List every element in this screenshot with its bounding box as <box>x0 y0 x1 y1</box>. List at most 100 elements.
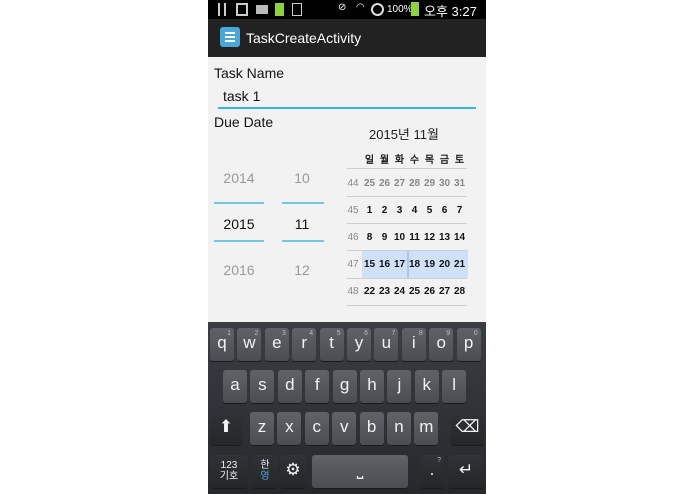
calendar-day[interactable]: 27 <box>437 286 452 297</box>
calendar-day[interactable]: 30 <box>437 178 452 189</box>
year-current[interactable]: 2015 <box>218 216 260 232</box>
key-d[interactable]: d <box>277 370 302 403</box>
calendar-day[interactable]: 3 <box>392 205 407 216</box>
year-next[interactable]: 2016 <box>218 262 260 278</box>
calendar-day[interactable]: 2 <box>377 205 392 216</box>
calendar-row-divider <box>347 223 467 224</box>
calendar-row-divider <box>347 250 467 251</box>
backspace-key[interactable]: ⌫ <box>451 412 484 445</box>
key-b[interactable]: b <box>359 412 384 445</box>
enter-key[interactable]: ↵ <box>448 455 484 488</box>
status-bar: ⊘ ◠ 100% 오후 3:27 <box>208 0 486 19</box>
image-icon <box>236 3 248 16</box>
calendar-day[interactable]: 8 <box>362 232 377 243</box>
calendar-day[interactable]: 4 <box>407 205 422 216</box>
key-r[interactable]: r4 <box>292 328 317 361</box>
block-icon <box>371 3 384 16</box>
key-y[interactable]: y6 <box>347 328 371 361</box>
language-key-label: 한 <box>260 460 270 471</box>
week-number: 48 <box>347 286 359 297</box>
calendar-day[interactable]: 14 <box>452 232 467 243</box>
calendar-day[interactable]: 24 <box>392 286 407 297</box>
key-p[interactable]: p0 <box>456 328 481 361</box>
calendar-day[interactable]: 22 <box>362 286 377 297</box>
weekday-header: 일 <box>364 155 375 166</box>
key-o[interactable]: o9 <box>429 328 454 361</box>
calendar-day[interactable]: 15 <box>362 259 377 270</box>
calendar-day[interactable]: 16 <box>377 259 392 270</box>
battery-percent: 100% <box>387 4 413 15</box>
calendar-day[interactable]: 25 <box>407 286 422 297</box>
month-next[interactable]: 12 <box>286 262 318 278</box>
key-l[interactable]: l <box>442 370 467 403</box>
calendar-day[interactable]: 23 <box>377 286 392 297</box>
weekday-header: 화 <box>394 155 405 166</box>
soft-keyboard: q 1 w 2 e 3 r 4 t 5 y 6 u 7 i 8 o 9 p 0 a s d f g h j k l ⬆ z x c v b n m ⌫ 12… <box>208 322 486 494</box>
weekday-header: 수 <box>409 155 420 166</box>
calendar-day[interactable]: 13 <box>437 232 452 243</box>
key-z[interactable]: z <box>250 412 274 445</box>
calendar-day[interactable]: 12 <box>422 232 437 243</box>
key-n[interactable]: n <box>387 412 411 445</box>
key-k[interactable]: k <box>414 370 439 403</box>
calendar-day[interactable]: 28 <box>452 286 467 297</box>
symbols-key[interactable]: 123 기호 <box>210 455 248 488</box>
key-g[interactable]: g <box>332 370 357 403</box>
calendar-day[interactable]: 18 <box>407 259 422 270</box>
year-divider-bottom <box>214 240 264 242</box>
month-divider-top <box>282 202 324 204</box>
task-name-input[interactable]: task 1 <box>218 85 476 109</box>
calendar-day[interactable]: 19 <box>422 259 437 270</box>
app-icon[interactable] <box>220 27 240 47</box>
key-h[interactable]: h <box>360 370 384 403</box>
key-e[interactable]: e3 <box>264 328 289 361</box>
month-current[interactable]: 11 <box>286 216 318 232</box>
key-a[interactable]: a <box>223 370 247 403</box>
symbols-key-sublabel: 기호 <box>219 471 239 482</box>
shift-key[interactable]: ⬆ <box>210 412 242 445</box>
calendar-day[interactable]: 31 <box>452 178 467 189</box>
calendar-day[interactable]: 7 <box>452 205 467 216</box>
calendar-day[interactable]: 27 <box>392 178 407 189</box>
key-f[interactable]: f <box>305 370 330 403</box>
calendar-day[interactable]: 25 <box>362 178 377 189</box>
calendar-day[interactable]: 10 <box>392 232 407 243</box>
period-key[interactable]: .? <box>420 455 444 488</box>
month-prev[interactable]: 10 <box>286 170 318 186</box>
key-x[interactable]: x <box>277 412 302 445</box>
key-m[interactable]: m <box>414 412 439 445</box>
symbols-key-label: 123 <box>220 460 238 471</box>
battery-icon <box>275 3 284 16</box>
calendar-day[interactable]: 26 <box>422 286 437 297</box>
weekday-header: 월 <box>379 155 390 166</box>
language-key[interactable]: 한영 <box>252 455 278 488</box>
key-j[interactable]: j <box>387 370 412 403</box>
calendar-day[interactable]: 26 <box>377 178 392 189</box>
space-key[interactable]: ⎵ <box>312 455 408 488</box>
key-q[interactable]: q1 <box>210 328 234 361</box>
key-s[interactable]: s <box>250 370 275 403</box>
keyboard-icon <box>256 5 268 14</box>
key-u[interactable]: u7 <box>374 328 399 361</box>
calendar-day[interactable]: 5 <box>422 205 437 216</box>
calendar-day[interactable]: 17 <box>392 259 407 270</box>
key-v[interactable]: v <box>332 412 357 445</box>
calendar-day[interactable]: 28 <box>407 178 422 189</box>
key-t[interactable]: t5 <box>319 328 344 361</box>
calendar-day[interactable]: 20 <box>437 259 452 270</box>
week-number: 46 <box>347 232 359 243</box>
key-c[interactable]: c <box>304 412 329 445</box>
calendar-day[interactable]: 21 <box>452 259 467 270</box>
year-prev[interactable]: 2014 <box>218 170 260 186</box>
calendar-day[interactable]: 9 <box>377 232 392 243</box>
key-w[interactable]: w2 <box>237 328 262 361</box>
mute-icon: ⊘ <box>338 2 347 13</box>
settings-key[interactable]: ⚙ <box>280 455 306 488</box>
wifi-icon: ◠ <box>356 2 365 13</box>
calendar-day[interactable]: 11 <box>407 232 422 243</box>
calendar-day[interactable]: 29 <box>422 178 437 189</box>
calendar-day[interactable]: 1 <box>362 205 377 216</box>
key-i[interactable]: i8 <box>401 328 426 361</box>
app-title: TaskCreateActivity <box>246 30 362 46</box>
calendar-day[interactable]: 6 <box>437 205 452 216</box>
